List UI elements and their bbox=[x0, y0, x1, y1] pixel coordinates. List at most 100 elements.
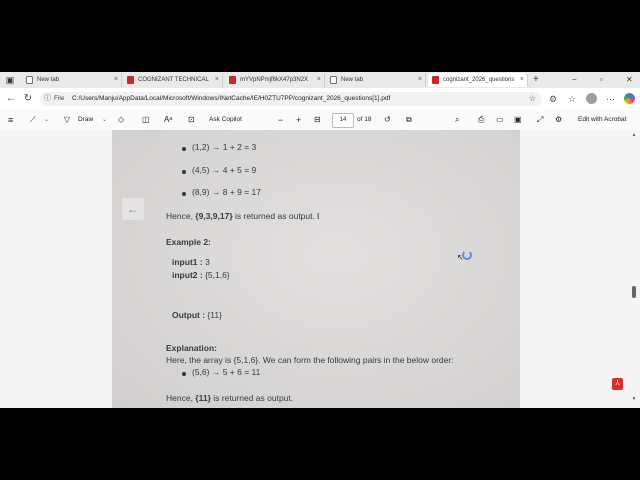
tab-new-tab-2[interactable]: New tab × bbox=[326, 73, 426, 87]
tab-close-icon[interactable]: × bbox=[418, 73, 422, 87]
draw-icon[interactable]: ▽ bbox=[64, 113, 70, 127]
output-label: Output : bbox=[172, 310, 206, 320]
view-icon[interactable]: ◫ bbox=[142, 113, 150, 127]
contents-list-icon[interactable]: ≡ bbox=[8, 113, 13, 127]
page-view-icon[interactable]: ⧉ bbox=[406, 113, 412, 127]
scroll-down-icon[interactable]: ▼ bbox=[630, 396, 638, 402]
hence-value: {9,3,9,17} bbox=[195, 211, 233, 221]
save-icon[interactable]: ▭ bbox=[496, 113, 504, 127]
hence-suffix: is returned as output. bbox=[210, 393, 294, 403]
read-aloud-icon[interactable]: Aᵃ bbox=[164, 113, 172, 127]
output-value: {11} bbox=[205, 310, 222, 320]
hence-suffix: is returned as output. bbox=[232, 211, 315, 221]
watermark: ··· bbox=[410, 158, 423, 172]
tab-strip: ▣ New tab × COGNIZANT TECHNICAL × mYVpNP… bbox=[0, 72, 640, 88]
watermark: ··· bbox=[320, 142, 333, 156]
highlight-icon[interactable]: ⟋ bbox=[30, 113, 36, 127]
close-window-button[interactable]: ✕ bbox=[626, 73, 633, 87]
file-scheme-label: File bbox=[54, 95, 65, 102]
bullet bbox=[182, 170, 186, 174]
info-icon: ⓘ bbox=[44, 95, 51, 102]
extensions-icon[interactable]: ⚙ bbox=[549, 92, 557, 106]
input1-line: input1 : 3 bbox=[172, 257, 210, 267]
input2-label: input2 : bbox=[172, 270, 203, 280]
previous-page-arrow-icon[interactable]: ← bbox=[122, 198, 144, 220]
maximize-button[interactable]: ▫ bbox=[600, 73, 603, 87]
tab-label: cognizant_2026_questions bbox=[443, 77, 515, 83]
page-number-input[interactable]: 14 bbox=[332, 113, 354, 128]
tab-label: New tab bbox=[37, 77, 60, 83]
bullet bbox=[182, 192, 186, 196]
explanation-heading: Explanation: bbox=[166, 343, 218, 353]
print-icon[interactable]: ⎙ bbox=[478, 113, 484, 127]
pdf-icon bbox=[229, 76, 236, 84]
scrollbar-thumb[interactable] bbox=[632, 286, 636, 298]
tab-close-icon[interactable]: × bbox=[215, 73, 219, 87]
back-arrow-icon[interactable]: ← bbox=[4, 92, 18, 106]
scroll-up-icon[interactable]: ▲ bbox=[630, 132, 638, 138]
rotate-icon[interactable]: ↺ bbox=[384, 113, 391, 127]
fit-page-icon[interactable]: ⊟ bbox=[314, 113, 321, 127]
input1-label: input1 : bbox=[172, 257, 203, 267]
pdf-icon bbox=[127, 76, 134, 84]
bullet bbox=[182, 147, 186, 151]
pair-line-3: (8,9) → 8 + 9 = 17 bbox=[192, 187, 261, 197]
refresh-icon[interactable]: ↻ bbox=[21, 92, 35, 106]
hence-line-2: Hence, {11} is returned as output. bbox=[166, 393, 293, 403]
fullscreen-icon[interactable]: ⤢ bbox=[537, 113, 543, 127]
tab-new-tab-1[interactable]: New tab × bbox=[22, 73, 122, 87]
chevron-down-icon[interactable]: ⌄ bbox=[102, 113, 107, 127]
page-icon bbox=[330, 76, 337, 84]
text-cursor-icon: I bbox=[317, 212, 320, 221]
explanation-text: Here, the array is {5,1,6}. We can form … bbox=[166, 355, 454, 365]
tab-close-icon[interactable]: × bbox=[114, 73, 118, 87]
vertical-scrollbar[interactable]: ▲ ▼ bbox=[630, 130, 638, 408]
new-tab-button[interactable]: + bbox=[533, 73, 539, 87]
hence-value: {11} bbox=[195, 393, 211, 403]
add-text-icon[interactable]: ⊡ bbox=[188, 113, 195, 127]
favorites-icon[interactable]: ☆ bbox=[568, 92, 576, 106]
mouse-pointer-icon: ↖ bbox=[457, 253, 464, 262]
tab-close-icon[interactable]: × bbox=[317, 73, 321, 87]
ask-copilot-button[interactable]: Ask Copilot bbox=[209, 113, 242, 127]
acrobat-icon[interactable]: ⅄ bbox=[612, 378, 623, 390]
tab-cognizant-questions[interactable]: cognizant_2026_questions × bbox=[428, 73, 528, 87]
draw-button[interactable]: Draw bbox=[78, 113, 93, 127]
search-icon[interactable]: ⌕ bbox=[455, 113, 459, 127]
minimize-button[interactable]: − bbox=[572, 73, 577, 87]
tab-cognizant-technical[interactable]: COGNIZANT TECHNICAL × bbox=[123, 73, 223, 87]
more-menu-icon[interactable]: ⋯ bbox=[606, 92, 615, 106]
tab-label: mYVpNPmjf6kX47p3N2X bbox=[240, 77, 309, 83]
output-line: Output : {11} bbox=[172, 310, 222, 320]
hence-line-1: Hence, {9,3,9,17} is returned as output. bbox=[166, 211, 315, 221]
input2-line: input2 : {5,1,6} bbox=[172, 270, 230, 280]
pair-line-2: (4,5) → 4 + 5 = 9 bbox=[192, 165, 257, 175]
pdf-icon bbox=[432, 76, 439, 84]
pdf-page: ··· ··· ··· ··· ← (1,2) → 1 + 2 = 3 (4,5… bbox=[112, 130, 520, 408]
save-as-icon[interactable]: ▣ bbox=[514, 113, 522, 127]
profile-avatar[interactable] bbox=[586, 93, 597, 104]
url-text[interactable]: C:/Users/Manju/AppData/Local/Microsoft/W… bbox=[72, 92, 390, 106]
hence-prefix: Hence, bbox=[166, 211, 196, 221]
tab-label: New tab bbox=[341, 77, 364, 83]
bullet bbox=[182, 372, 186, 376]
zoom-in-button[interactable]: + bbox=[296, 113, 301, 127]
chevron-down-icon[interactable]: ⌄ bbox=[44, 113, 49, 127]
erase-icon[interactable]: ◇ bbox=[118, 113, 124, 127]
watermark: ··· bbox=[142, 172, 155, 186]
tab-close-icon[interactable]: × bbox=[520, 73, 524, 87]
zoom-out-button[interactable]: − bbox=[278, 113, 283, 127]
pair-line-1: (1,2) → 1 + 2 = 3 bbox=[192, 142, 257, 152]
settings-gear-icon[interactable]: ⚙ bbox=[555, 113, 562, 127]
tab-actions-icon[interactable]: ▣ bbox=[4, 74, 16, 86]
favorite-star-icon[interactable]: ☆ bbox=[529, 92, 536, 106]
hence-prefix: Hence, bbox=[166, 393, 196, 403]
tab-label: COGNIZANT TECHNICAL bbox=[138, 77, 209, 83]
page-total-label: of 18 bbox=[357, 116, 372, 123]
pair-line-bottom: (5,6) → 5 + 6 = 11 bbox=[192, 367, 261, 377]
edit-with-acrobat-button[interactable]: Edit with Acrobat bbox=[578, 113, 626, 127]
tab-pdf-document[interactable]: mYVpNPmjf6kX47p3N2X × bbox=[225, 73, 325, 87]
address-bar[interactable]: ⓘ File C:/Users/Manju/AppData/Local/Micr… bbox=[40, 92, 542, 106]
input2-value: {5,1,6} bbox=[202, 270, 230, 280]
copilot-icon[interactable] bbox=[624, 93, 635, 104]
